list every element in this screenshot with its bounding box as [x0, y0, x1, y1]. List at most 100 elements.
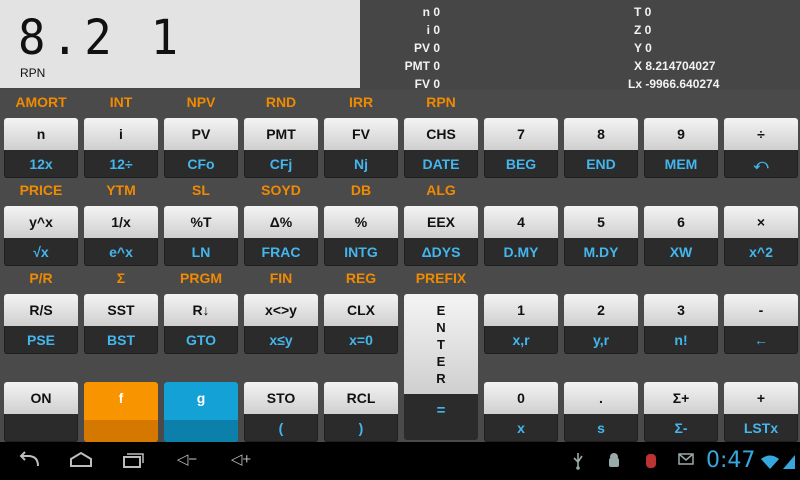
key-swap-xy[interactable]: x<>y x≤y [244, 294, 318, 354]
register-z: Z 0 [634, 23, 652, 37]
key-g-label [84, 420, 158, 442]
key-chs[interactable]: CHS DATE [404, 118, 478, 178]
key-label: 4 [484, 206, 558, 238]
key-label: - [724, 294, 798, 326]
key-g-label: 12÷ [109, 156, 133, 172]
volume-down-icon[interactable]: ◁− [172, 450, 202, 472]
key-g-label: √x [33, 244, 49, 260]
home-icon[interactable] [66, 450, 96, 472]
enter-key[interactable]: E N T E R = [404, 294, 478, 440]
key-fv[interactable]: FV Nj [324, 118, 398, 178]
key-2[interactable]: 2 y,r [564, 294, 638, 354]
usb-icon [572, 452, 584, 474]
key-label: 8 [564, 118, 638, 150]
key-g-label: ⤺ [753, 156, 769, 172]
key-sst[interactable]: SST BST [84, 294, 158, 354]
key-label: PMT [244, 118, 318, 150]
f-label-sl: SL [192, 182, 210, 198]
enter-key-label: E N T E R [404, 294, 478, 394]
key-delta-percent[interactable]: Δ% FRAC [244, 206, 318, 266]
register-fv: FV 0 [414, 77, 440, 91]
volume-up-icon[interactable]: ◁+ [226, 450, 256, 472]
key-8[interactable]: 8 END [564, 118, 638, 178]
key-g-label: CFo [187, 156, 215, 172]
android-debug-icon [606, 452, 622, 474]
key-label: 5 [564, 206, 638, 238]
key-g-label: Nj [354, 156, 368, 172]
key-label: 1/x [84, 206, 158, 238]
key-0[interactable]: 0x [484, 382, 558, 442]
battery-icon [782, 454, 796, 474]
key-percent[interactable]: % INTG [324, 206, 398, 266]
key-n[interactable]: n 12x [4, 118, 78, 178]
key-roll-down[interactable]: R↓ GTO [164, 294, 238, 354]
key-on[interactable]: ON [4, 382, 78, 442]
back-arrow-icon[interactable] [14, 450, 44, 472]
f-label-reg: REG [345, 270, 377, 286]
key-g[interactable]: g [164, 382, 238, 442]
key-f[interactable]: f [84, 382, 158, 442]
key-g-label: END [586, 156, 616, 172]
key-label: + [724, 382, 798, 414]
key-g-label: CFj [269, 156, 293, 172]
key-label: PV [164, 118, 238, 150]
f-label-npv: NPV [186, 94, 216, 110]
key-minus[interactable]: - ← [724, 294, 798, 354]
key-g-label: ( [278, 420, 284, 436]
key-label: 0 [484, 382, 558, 414]
f-label-prefix: PREFIX [415, 270, 467, 286]
key-rcl[interactable]: RCL) [324, 382, 398, 442]
key-g-label [4, 414, 78, 442]
key-label: Σ+ [644, 382, 718, 414]
key-power[interactable]: y^x √x [4, 206, 78, 266]
f-label-soyd: SOYD [261, 182, 301, 198]
key-label: RCL [324, 382, 398, 414]
key-label: ON [4, 382, 78, 414]
key-plus[interactable]: + LSTx [724, 382, 798, 442]
key-g-label: x≤y [269, 332, 293, 348]
key-divide[interactable]: ÷ ⤺ [724, 118, 798, 178]
key-sto[interactable]: STO ( [244, 382, 318, 442]
key-pv[interactable]: PV CFo [164, 118, 238, 178]
key-decimal[interactable]: .s [564, 382, 638, 442]
f-label-rpn: RPN [426, 94, 456, 110]
key-g-label: ← [754, 332, 768, 348]
key-3[interactable]: 3 n! [644, 294, 718, 354]
key-label: % [324, 206, 398, 238]
key-g-label: Σ- [674, 420, 688, 436]
key-multiply[interactable]: × x^2 [724, 206, 798, 266]
key-g-label: LN [191, 244, 211, 260]
key-label: R/S [4, 294, 78, 326]
stack-registers: T 0 Z 0 Y 0 X 8.214704027 Lx -9966.64027… [628, 3, 800, 93]
key-4[interactable]: 4 D.MY [484, 206, 558, 266]
mail-icon [678, 452, 694, 470]
key-label: %T [164, 206, 238, 238]
key-r-s[interactable]: R/S PSE [4, 294, 78, 354]
f-label-p-r: P/R [29, 270, 53, 286]
key-percent-total[interactable]: %T LN [164, 206, 238, 266]
key-label: CLX [324, 294, 398, 326]
key-sigma-plus[interactable]: Σ+ Σ- [644, 382, 718, 442]
key-6[interactable]: 6 XW [644, 206, 718, 266]
display-panel: 8.2 1 RPN n 0 i 0 PV 0 PMT 0 FV 0 T 0 Z … [0, 0, 800, 93]
key-9[interactable]: 9 MEM [644, 118, 718, 178]
key-i[interactable]: i 12÷ [84, 118, 158, 178]
f-label-price: PRICE [19, 182, 63, 198]
key-label: CHS [404, 118, 478, 150]
key-g-label: DATE [422, 156, 460, 172]
register-x: X 8.214704027 [634, 59, 716, 73]
key-clx[interactable]: CLX x=0 [324, 294, 398, 354]
key-label: ÷ [724, 118, 798, 150]
key-5[interactable]: 5 M.DY [564, 206, 638, 266]
key-reciprocal[interactable]: 1/x e^x [84, 206, 158, 266]
key-label: 3 [644, 294, 718, 326]
key-1[interactable]: 1 x,r [484, 294, 558, 354]
key-7[interactable]: 7 BEG [484, 118, 558, 178]
key-eex[interactable]: EEX ΔDYS [404, 206, 478, 266]
lcd-value: 8.2 1 [18, 10, 184, 66]
key-pmt[interactable]: PMT CFj [244, 118, 318, 178]
enter-key-shift-label: = [436, 402, 446, 419]
key-g-label: x=0 [349, 332, 373, 348]
recent-apps-icon[interactable] [118, 450, 148, 472]
key-label: n [4, 118, 78, 150]
